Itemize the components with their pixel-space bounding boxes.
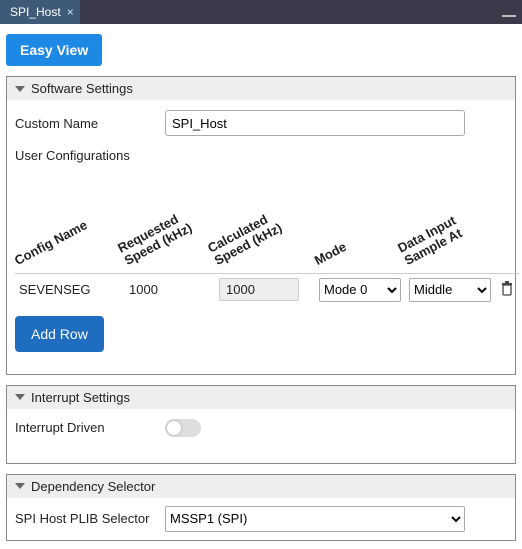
interrupt-driven-toggle[interactable] (165, 419, 201, 437)
tab-spi-host[interactable]: SPI_Host × (0, 0, 80, 24)
chevron-down-icon (15, 483, 25, 489)
plib-selector-label: SPI Host PLIB Selector (15, 511, 155, 527)
table-row: SEVENSEG 1000 1000 Mode 0 Middle (15, 273, 519, 306)
section-header-interrupt[interactable]: Interrupt Settings (7, 386, 515, 409)
section-title: Dependency Selector (31, 479, 155, 494)
config-table: Config Name Requested Speed (kHz) Calcul… (15, 213, 519, 306)
section-title: Software Settings (31, 81, 133, 96)
close-icon[interactable]: × (67, 5, 74, 19)
minimize-icon[interactable] (502, 15, 516, 17)
col-header-calculated-speed: Calculated Speed (kHz) (206, 208, 285, 268)
easy-view-button[interactable]: Easy View (6, 34, 102, 66)
plib-selector-select[interactable]: MSSP1 (SPI) (165, 506, 465, 532)
page-body: Easy View Software Settings Custom Name … (0, 24, 522, 549)
chevron-down-icon (15, 86, 25, 92)
tab-title: SPI_Host (10, 5, 61, 19)
custom-name-label: Custom Name (15, 116, 155, 131)
section-title: Interrupt Settings (31, 390, 130, 405)
section-interrupt-settings: Interrupt Settings Interrupt Driven (6, 385, 516, 464)
cell-calculated-speed: 1000 (219, 278, 299, 301)
custom-name-input[interactable] (165, 110, 465, 136)
col-header-sample-at: Data Input Sample At (396, 213, 466, 268)
col-header-config-name: Config Name (12, 218, 89, 268)
cell-requested-speed[interactable]: 1000 (125, 273, 215, 306)
section-header-dependency[interactable]: Dependency Selector (7, 475, 515, 498)
cell-config-name[interactable]: SEVENSEG (15, 273, 125, 306)
col-header-requested-speed: Requested Speed (kHz) (116, 208, 195, 268)
add-row-button[interactable]: Add Row (15, 316, 104, 352)
toggle-knob (167, 421, 181, 435)
mode-select[interactable]: Mode 0 (319, 278, 401, 302)
section-dependency-selector: Dependency Selector SPI Host PLIB Select… (6, 474, 516, 541)
section-software-settings: Software Settings Custom Name User Confi… (6, 76, 516, 375)
chevron-down-icon (15, 394, 25, 400)
section-header-software[interactable]: Software Settings (7, 77, 515, 100)
interrupt-driven-label: Interrupt Driven (15, 420, 155, 435)
sample-at-select[interactable]: Middle (409, 278, 491, 302)
tab-bar: SPI_Host × (0, 0, 522, 24)
user-configurations-label: User Configurations (15, 148, 507, 163)
delete-row-icon[interactable] (495, 273, 519, 306)
col-header-mode: Mode (312, 240, 349, 269)
